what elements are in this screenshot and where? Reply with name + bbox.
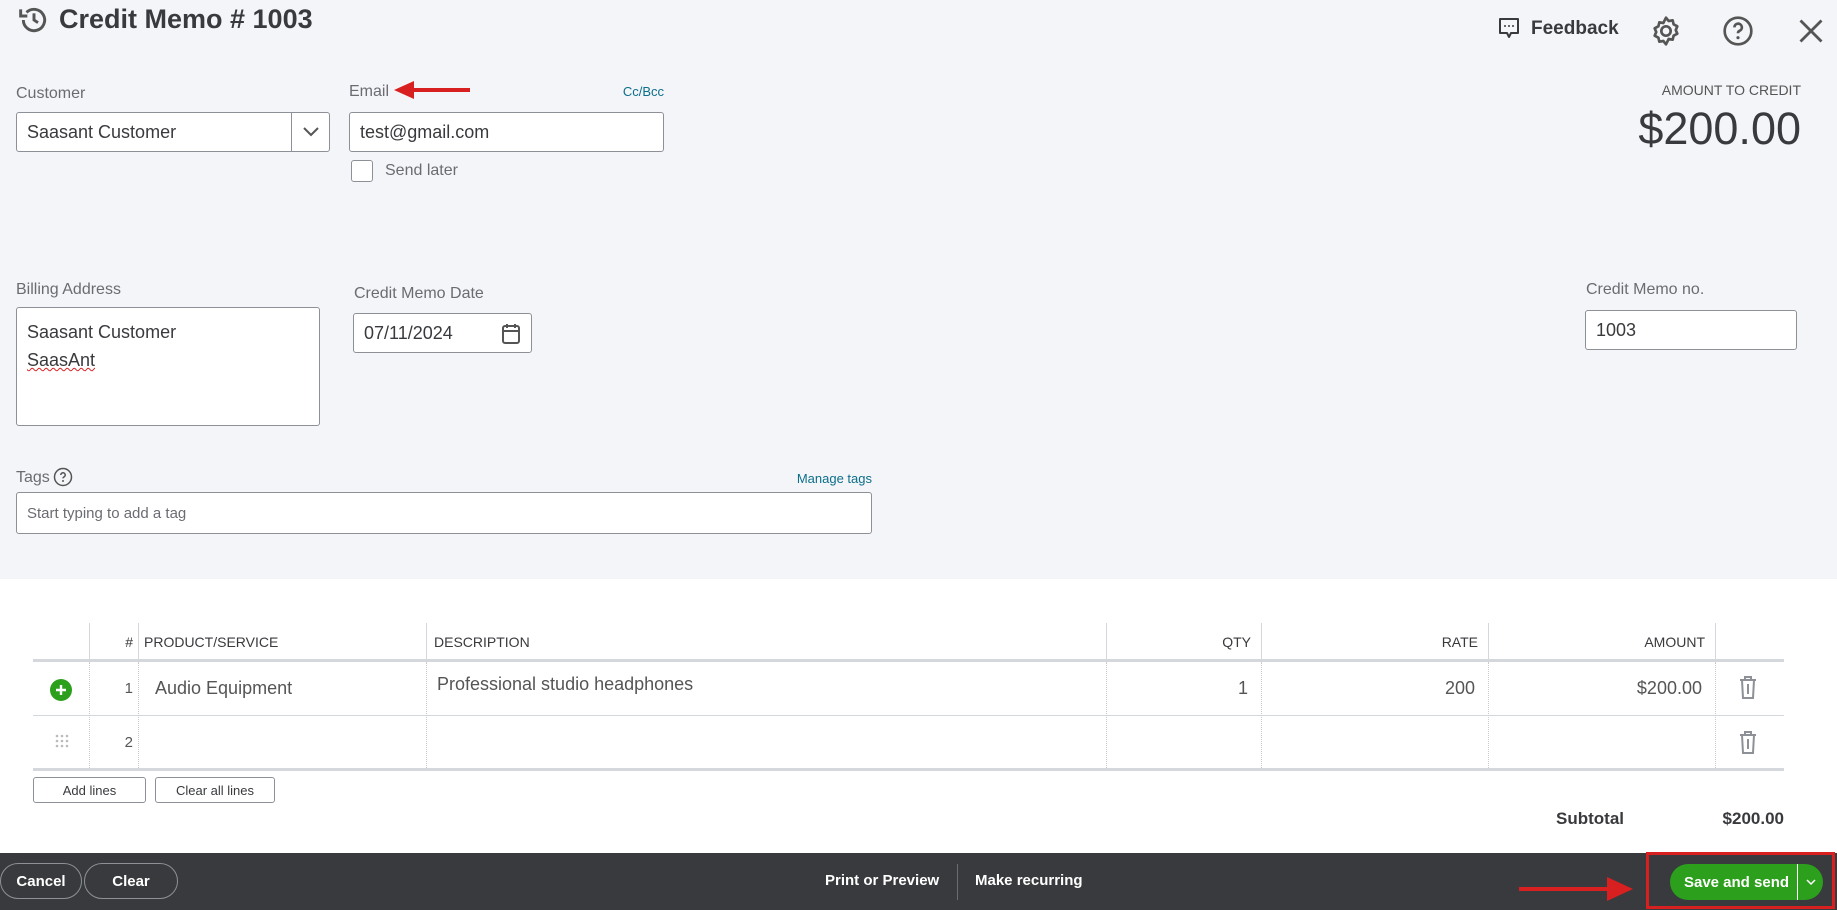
feedback-icon bbox=[1499, 18, 1519, 38]
cc-bcc-link[interactable]: Cc/Bcc bbox=[620, 84, 664, 99]
help-icon[interactable] bbox=[1722, 15, 1754, 47]
column-header-amount: AMOUNT bbox=[1644, 633, 1705, 650]
manage-tags-link[interactable]: Manage tags bbox=[797, 471, 872, 486]
calendar-icon[interactable] bbox=[501, 323, 521, 345]
amount-cell[interactable]: $200.00 bbox=[1488, 662, 1702, 715]
date-value: 07/11/2024 bbox=[364, 322, 453, 343]
row-number: 1 bbox=[124, 680, 133, 697]
cancel-button[interactable]: Cancel bbox=[0, 863, 82, 899]
tags-label: Tags bbox=[16, 469, 50, 486]
clear-button[interactable]: Clear bbox=[84, 863, 178, 899]
email-field[interactable]: test@gmail.com bbox=[349, 112, 664, 152]
table-bottom-divider bbox=[33, 768, 1784, 771]
history-icon[interactable] bbox=[18, 4, 50, 36]
credit-memo-no-label: Credit Memo no. bbox=[1586, 281, 1705, 298]
billing-line-2: SaasAnt bbox=[27, 350, 96, 370]
row-number: 2 bbox=[124, 733, 133, 751]
column-header-product: PRODUCT/SERVICE bbox=[144, 633, 279, 650]
chevron-down-icon[interactable] bbox=[1797, 864, 1823, 900]
description-cell[interactable]: Professional studio headphones bbox=[437, 662, 693, 706]
customer-select[interactable]: Saasant Customer bbox=[16, 112, 330, 152]
page-title: Credit Memo # 1003 bbox=[59, 4, 313, 34]
billing-line-1: Saasant Customer bbox=[27, 322, 177, 342]
customer-label: Customer bbox=[16, 85, 86, 102]
save-and-send-label: Save and send bbox=[1683, 873, 1790, 891]
column-header-description: DESCRIPTION bbox=[434, 633, 530, 650]
add-line-icon[interactable] bbox=[50, 679, 72, 701]
customer-value: Saasant Customer bbox=[27, 121, 177, 142]
amount-to-credit-label: AMOUNT TO CREDIT bbox=[1661, 82, 1801, 98]
email-label: Email bbox=[349, 83, 390, 100]
save-and-send-button[interactable]: Save and send bbox=[1670, 864, 1823, 900]
billing-address-field[interactable]: Saasant Customer SaasAnt bbox=[16, 307, 320, 426]
product-cell[interactable]: Audio Equipment bbox=[155, 662, 292, 715]
qty-cell[interactable]: 1 bbox=[1106, 662, 1248, 715]
print-preview-button[interactable]: Print or Preview bbox=[825, 872, 939, 889]
make-recurring-button[interactable]: Make recurring bbox=[975, 872, 1083, 889]
tags-input[interactable]: Start typing to add a tag bbox=[16, 492, 872, 534]
close-icon[interactable] bbox=[1797, 17, 1825, 45]
clear-all-lines-button[interactable]: Clear all lines bbox=[155, 777, 275, 803]
help-icon[interactable] bbox=[53, 467, 73, 487]
amount-to-credit-value: $200.00 bbox=[1638, 103, 1801, 154]
credit-memo-date-field[interactable]: 07/11/2024 bbox=[353, 313, 532, 353]
trash-icon[interactable] bbox=[1739, 675, 1757, 699]
annotation-arrow-icon bbox=[394, 81, 470, 99]
credit-memo-no-field[interactable]: 1003 bbox=[1585, 310, 1797, 350]
footer-divider bbox=[957, 864, 958, 900]
add-lines-button[interactable]: Add lines bbox=[33, 777, 146, 803]
chevron-down-icon[interactable] bbox=[291, 113, 329, 151]
column-header-rate: RATE bbox=[1441, 633, 1478, 650]
gear-icon[interactable] bbox=[1650, 15, 1682, 47]
send-later-checkbox[interactable] bbox=[351, 160, 373, 182]
rate-cell[interactable]: 200 bbox=[1261, 662, 1475, 715]
column-header-number: # bbox=[125, 633, 133, 650]
feedback-button[interactable]: Feedback bbox=[1497, 16, 1619, 42]
billing-address-label: Billing Address bbox=[16, 281, 121, 298]
annotation-arrow-icon bbox=[1519, 877, 1633, 901]
feedback-label: Feedback bbox=[1531, 18, 1619, 39]
send-later-label: Send later bbox=[385, 162, 458, 179]
drag-handle-icon[interactable] bbox=[55, 734, 69, 748]
trash-icon[interactable] bbox=[1739, 730, 1757, 754]
subtotal-value: $200.00 bbox=[1722, 809, 1784, 828]
subtotal-label: Subtotal bbox=[1556, 809, 1624, 828]
column-header-qty: QTY bbox=[1222, 633, 1251, 650]
row-divider bbox=[33, 715, 1784, 716]
credit-memo-date-label: Credit Memo Date bbox=[354, 285, 484, 302]
